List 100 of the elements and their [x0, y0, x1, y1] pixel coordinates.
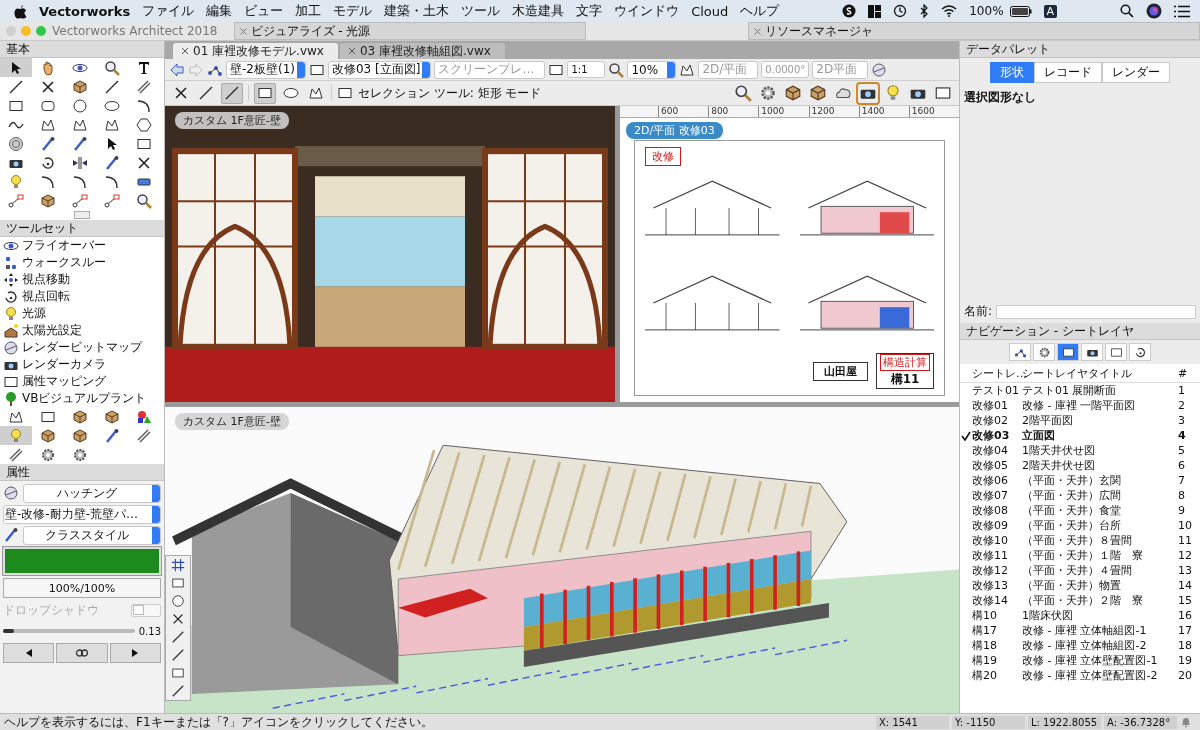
menu-icon[interactable]	[1174, 4, 1190, 18]
shapes-icon[interactable]	[136, 408, 152, 425]
navigation-view-button[interactable]	[1081, 343, 1103, 361]
lamp-icon[interactable]	[884, 84, 902, 102]
gear-icon[interactable]	[759, 84, 777, 102]
navigation-view-button[interactable]	[1129, 343, 1151, 361]
hexagon-icon[interactable]	[136, 116, 152, 133]
navigation-view-button[interactable]	[1033, 343, 1055, 361]
sheet-layer-row[interactable]: 改修11 （平面・天井）１階 寮 12	[960, 548, 1200, 563]
tool-item[interactable]: 属性マッピング	[0, 373, 164, 390]
chat-app-icon[interactable]	[842, 4, 857, 18]
sheet-layer-row[interactable]: 改修12 （平面・天井）４畳間 13	[960, 563, 1200, 578]
tool-item[interactable]: ウォークスルー	[0, 254, 164, 271]
menu-item[interactable]: 木造建具	[512, 2, 565, 20]
fillet-icon[interactable]	[72, 173, 88, 190]
bell-icon[interactable]	[1180, 716, 1192, 728]
opacity-button[interactable]: 100%/100%	[3, 578, 161, 598]
sheet-layer-row[interactable]: 構17 改修 - 庫裡 立体軸組図-1 17	[960, 623, 1200, 638]
box-icon[interactable]	[40, 192, 56, 209]
wall-style-dropdown[interactable]: 壁-2板壁(1)	[226, 60, 306, 79]
sheet-layer-row[interactable]: 構10 1階床伏図 16	[960, 608, 1200, 623]
hatch-dropdown[interactable]: 壁-改修-耐力壁-荒壁パ…	[3, 504, 161, 524]
sheet-layer-row[interactable]: 改修06 （平面・天井）玄関 7	[960, 473, 1200, 488]
tool-item[interactable]: 視点回転	[0, 288, 164, 305]
circle-icon[interactable]	[72, 97, 88, 114]
arc-icon[interactable]	[136, 97, 152, 114]
box-icon[interactable]	[72, 408, 88, 425]
sheet-layer-row[interactable]: 構19 改修 - 庫裡 立体壁配置図-1 19	[960, 653, 1200, 668]
floating-palette-bar[interactable]: ビジュアライズ - 光源	[233, 22, 586, 40]
gear-icon[interactable]	[72, 446, 88, 463]
rotate-icon[interactable]	[1133, 345, 1147, 359]
line-icon[interactable]	[171, 630, 185, 644]
palette-tab[interactable]: レンダー	[1102, 62, 1170, 83]
sheet-layer-row[interactable]: 改修13 （平面・天井）物置 14	[960, 578, 1200, 593]
tool-item[interactable]: VBビジュアルプラント	[0, 390, 164, 407]
box-icon[interactable]	[40, 427, 56, 444]
sheet-layer-row[interactable]: 改修07 （平面・天井）広間 8	[960, 488, 1200, 503]
document-tab[interactable]: 01 庫裡改修モデル.vwx	[173, 43, 338, 59]
menu-item[interactable]: ウインドウ	[614, 2, 680, 20]
sheet-layer-row[interactable]: 改修09 （平面・天井）台所 10	[960, 518, 1200, 533]
frame-icon[interactable]	[1061, 345, 1075, 359]
sheet-layer-row[interactable]: 改修14 （平面・天井）２階 寮 15	[960, 593, 1200, 608]
tool-item[interactable]: レンダーカメラ	[0, 356, 164, 373]
link-icon[interactable]	[8, 192, 24, 209]
cube-icon[interactable]	[784, 84, 802, 102]
sheet-dropdown[interactable]: 改修03 [立面図]	[327, 60, 432, 79]
bluetooth-icon[interactable]	[919, 4, 930, 18]
sheet-layer-row[interactable]: 改修10 （平面・天井）８畳間 11	[960, 533, 1200, 548]
tool-item[interactable]: 太陽光設定	[0, 322, 164, 339]
tool-item[interactable]: フライオーバー	[0, 237, 164, 254]
tool-item[interactable]: レンダービットマップ	[0, 339, 164, 356]
palette-tab[interactable]: 形状	[990, 62, 1034, 83]
floating-palette-bar[interactable]: リソースマネージャ	[748, 22, 1200, 40]
spiral-icon[interactable]	[8, 135, 24, 152]
menu-item[interactable]: ビュー	[244, 2, 284, 20]
sun-icon[interactable]	[3, 322, 19, 339]
navigation-button[interactable]	[3, 643, 55, 663]
connector-icon[interactable]	[104, 192, 120, 209]
navigation-view-button[interactable]	[1057, 343, 1079, 361]
frame-icon[interactable]	[337, 85, 353, 101]
round-corner-icon[interactable]	[104, 173, 120, 190]
navigation-button[interactable]	[109, 643, 161, 663]
sheet-layer-row[interactable]: 改修01 改修 - 庫裡 一階平面図 2	[960, 398, 1200, 413]
tool-item[interactable]: 光源	[0, 305, 164, 322]
circle-icon[interactable]	[171, 594, 185, 608]
wifi-icon[interactable]	[941, 5, 958, 17]
pen-icon[interactable]	[104, 154, 120, 171]
hand-icon[interactable]	[40, 59, 56, 76]
sheet-layer-row[interactable]: 構20 改修 - 庫裡 立体壁配置図-2 20	[960, 668, 1200, 683]
double-line-icon[interactable]	[136, 78, 152, 95]
app-menu[interactable]: Vectorworks	[39, 3, 131, 19]
scale-field[interactable]: 1:1	[567, 61, 606, 78]
sheet-layer-row[interactable]: 改修04 1階天井伏せ図 5	[960, 443, 1200, 458]
box-icon[interactable]	[72, 427, 88, 444]
navigation-view-button[interactable]	[1105, 343, 1127, 361]
connector-icon[interactable]	[72, 192, 88, 209]
sheet-layer-row[interactable]: 改修02 2階平面図 3	[960, 413, 1200, 428]
text-tool-icon[interactable]	[136, 59, 152, 76]
cube-icon[interactable]	[72, 78, 88, 95]
magnifier-icon[interactable]	[608, 61, 625, 78]
line-icon[interactable]	[104, 78, 120, 95]
assistant-icon[interactable]	[1146, 3, 1162, 19]
menu-item[interactable]: モデル	[333, 2, 373, 20]
pen-style-dropdown[interactable]: クラススタイル	[23, 525, 161, 545]
zoom-dropdown[interactable]: 10%	[627, 60, 677, 79]
menu-item[interactable]: 建築・土木	[384, 2, 450, 20]
move-icon[interactable]	[3, 271, 19, 288]
palette-tab[interactable]: レコード	[1034, 62, 1102, 83]
mirror-icon[interactable]	[72, 154, 88, 171]
menu-item[interactable]: Cloud	[691, 3, 729, 19]
cube-icon[interactable]	[809, 84, 827, 102]
menu-item[interactable]: 編集	[206, 2, 233, 20]
column-header[interactable]: #	[1178, 366, 1196, 380]
corner-icon[interactable]	[40, 173, 56, 190]
rotate-icon[interactable]	[3, 288, 19, 305]
menu-item[interactable]: 文字	[576, 2, 603, 20]
menu-item[interactable]: ヘルプ	[740, 2, 780, 20]
sheet-layer-row[interactable]: テスト01 テスト01 展開断面 1	[960, 383, 1200, 398]
name-field[interactable]	[996, 304, 1196, 319]
gear-icon[interactable]	[40, 446, 56, 463]
